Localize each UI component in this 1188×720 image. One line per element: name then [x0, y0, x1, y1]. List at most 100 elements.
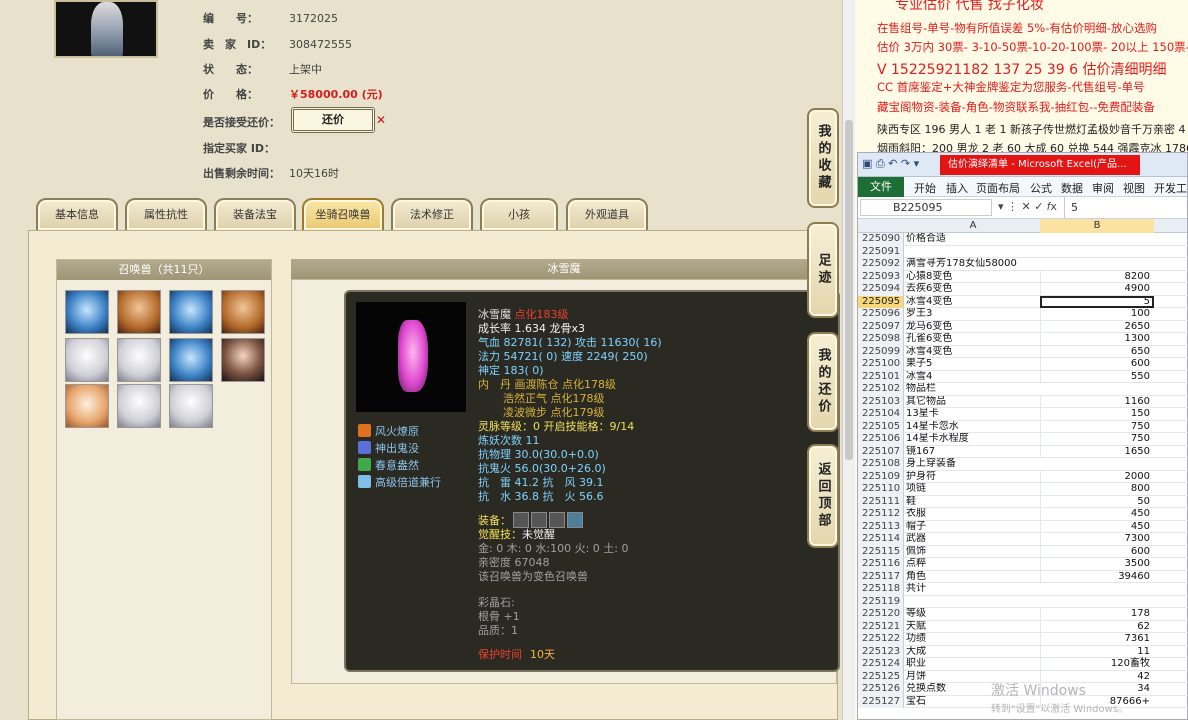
cell-b[interactable]: 178 — [1040, 608, 1154, 621]
row-number[interactable]: 225111 — [858, 495, 904, 508]
tab-spells[interactable]: 法术修正 — [391, 198, 473, 230]
cell-a[interactable]: 冰雪4变色 — [906, 296, 1040, 309]
cell-a[interactable]: 罗王3 — [906, 308, 1040, 321]
cell-a[interactable]: 武器 — [906, 533, 1040, 546]
row-number[interactable]: 225124 — [858, 658, 904, 671]
cell-a[interactable]: 身上穿装备 — [906, 458, 1040, 471]
ribbon-tab-layout[interactable]: 页面布局 — [976, 180, 1020, 196]
cell-b[interactable]: 39460 — [1040, 570, 1154, 583]
cell-a[interactable]: 镜167 — [906, 446, 1040, 459]
cell-b[interactable]: 3500 — [1040, 558, 1154, 571]
row-number[interactable]: 225101 — [858, 370, 904, 383]
skill-item[interactable]: 风火燎原 — [358, 424, 419, 438]
cell-a[interactable]: 等级 — [906, 608, 1040, 621]
cell-a[interactable]: 共计 — [906, 583, 1040, 596]
row-number[interactable]: 225119 — [858, 595, 904, 608]
skill-item[interactable]: 神出鬼没 — [358, 441, 419, 455]
row-number[interactable]: 225104 — [858, 408, 904, 421]
cell-a[interactable]: 心猿8变色 — [906, 271, 1040, 284]
ribbon-tab-formulas[interactable]: 公式 — [1030, 180, 1052, 196]
cell-a[interactable]: 冰雪4变色 — [906, 346, 1040, 359]
footprint-button[interactable]: 足迹 — [807, 222, 839, 318]
back-to-top-button[interactable]: 返回顶部 — [807, 444, 839, 548]
ribbon-tab-data[interactable]: 数据 — [1061, 180, 1083, 196]
cell-b[interactable]: 2650 — [1040, 320, 1154, 333]
cell-a[interactable]: 14星卡忽水 — [906, 421, 1040, 434]
tab-appearance[interactable]: 外观道具 — [566, 198, 648, 230]
name-box[interactable]: B225095 — [860, 199, 992, 216]
equip-slot[interactable] — [513, 512, 529, 528]
row-number[interactable]: 225106 — [858, 433, 904, 446]
row-number[interactable]: 225126 — [858, 683, 904, 696]
row-number[interactable]: 225095 — [858, 295, 904, 308]
row-number[interactable]: 225093 — [858, 270, 904, 283]
pet-thumb[interactable] — [117, 338, 161, 382]
row-number[interactable]: 225112 — [858, 508, 904, 521]
row-number[interactable]: 225121 — [858, 620, 904, 633]
cell-a[interactable]: 大成 — [906, 646, 1040, 659]
cell-a[interactable]: 孔雀6变色 — [906, 333, 1040, 346]
my-counter-offers-button[interactable]: 我的还价 — [807, 332, 839, 432]
cell-a[interactable]: 其它物品 — [906, 396, 1040, 409]
row-number[interactable]: 225118 — [858, 583, 904, 596]
cell-b[interactable]: 1650 — [1040, 445, 1154, 458]
cell-b[interactable]: 150 — [1040, 408, 1154, 421]
row-number[interactable]: 225091 — [858, 245, 904, 258]
cell-a[interactable]: 职业 — [906, 658, 1040, 671]
cell-b[interactable]: 4900 — [1040, 283, 1154, 296]
row-number[interactable]: 225100 — [858, 358, 904, 371]
cell-a[interactable]: 龙马6变色 — [906, 321, 1040, 334]
row-number[interactable]: 225099 — [858, 345, 904, 358]
cell-a[interactable]: 满雪寻芳178女仙58000 — [906, 258, 1040, 271]
pet-thumb[interactable] — [169, 384, 213, 428]
ribbon-tab-home[interactable]: 开始 — [914, 180, 936, 196]
row-number[interactable]: 225102 — [858, 383, 904, 396]
pet-thumb[interactable] — [221, 338, 265, 382]
cell-a[interactable]: 果子5 — [906, 358, 1040, 371]
favorites-button[interactable]: 我的收藏 — [807, 108, 839, 208]
row-number[interactable]: 225122 — [858, 633, 904, 646]
cell-a[interactable]: 帽子 — [906, 521, 1040, 534]
cell-b[interactable]: 5 — [1040, 295, 1154, 308]
row-number[interactable]: 225105 — [858, 420, 904, 433]
scrollbar-thumb[interactable] — [845, 120, 853, 460]
row-number[interactable]: 225092 — [858, 258, 904, 271]
row-number[interactable]: 225116 — [858, 558, 904, 571]
cell-b[interactable]: 450 — [1040, 508, 1154, 521]
cell-a[interactable]: 去疾6变色 — [906, 283, 1040, 296]
row-number[interactable]: 225113 — [858, 520, 904, 533]
formula-input[interactable]: 5 — [1064, 197, 1188, 218]
sheet-grid[interactable]: 225090 价格合适 225091 225092 满雪寻芳178女仙58000 2250… — [858, 233, 1188, 708]
row-number[interactable]: 225107 — [858, 445, 904, 458]
skill-item[interactable]: 高级倍道兼行 — [358, 475, 441, 489]
row-number[interactable]: 225097 — [858, 320, 904, 333]
cell-b[interactable]: 62 — [1040, 620, 1154, 633]
pet-thumb[interactable] — [169, 338, 213, 382]
equip-slot[interactable] — [549, 512, 565, 528]
row-number[interactable]: 225117 — [858, 570, 904, 583]
cell-b[interactable]: 600 — [1040, 358, 1154, 371]
row-number[interactable]: 225120 — [858, 608, 904, 621]
pet-thumb[interactable] — [169, 290, 213, 334]
pet-thumb[interactable] — [117, 384, 161, 428]
cell-a[interactable]: 价格合适 — [906, 233, 1040, 246]
row-number[interactable]: 225110 — [858, 483, 904, 496]
ribbon-tab-developer[interactable]: 开发工 — [1154, 180, 1187, 196]
cell-a[interactable]: 角色 — [906, 571, 1040, 584]
column-b-header[interactable]: B — [1040, 219, 1154, 233]
ribbon-tab-view[interactable]: 视图 — [1123, 180, 1145, 196]
ribbon-tab-review[interactable]: 审阅 — [1092, 180, 1114, 196]
cell-b[interactable]: 650 — [1040, 345, 1154, 358]
row-number[interactable]: 225109 — [858, 470, 904, 483]
cell-a[interactable]: 物品栏 — [906, 383, 1040, 396]
cell-b[interactable]: 1300 — [1040, 333, 1154, 346]
tab-basic-info[interactable]: 基本信息 — [36, 198, 118, 230]
cell-b[interactable]: 120畜牧 — [1040, 658, 1154, 671]
cell-b[interactable]: 750 — [1040, 433, 1154, 446]
row-number[interactable]: 225115 — [858, 545, 904, 558]
cell-a[interactable]: 天赋 — [906, 621, 1040, 634]
cell-a[interactable]: 项链 — [906, 483, 1040, 496]
cell-b[interactable]: 11 — [1040, 645, 1154, 658]
pet-thumb[interactable] — [65, 384, 109, 428]
equip-slot[interactable] — [567, 512, 583, 528]
